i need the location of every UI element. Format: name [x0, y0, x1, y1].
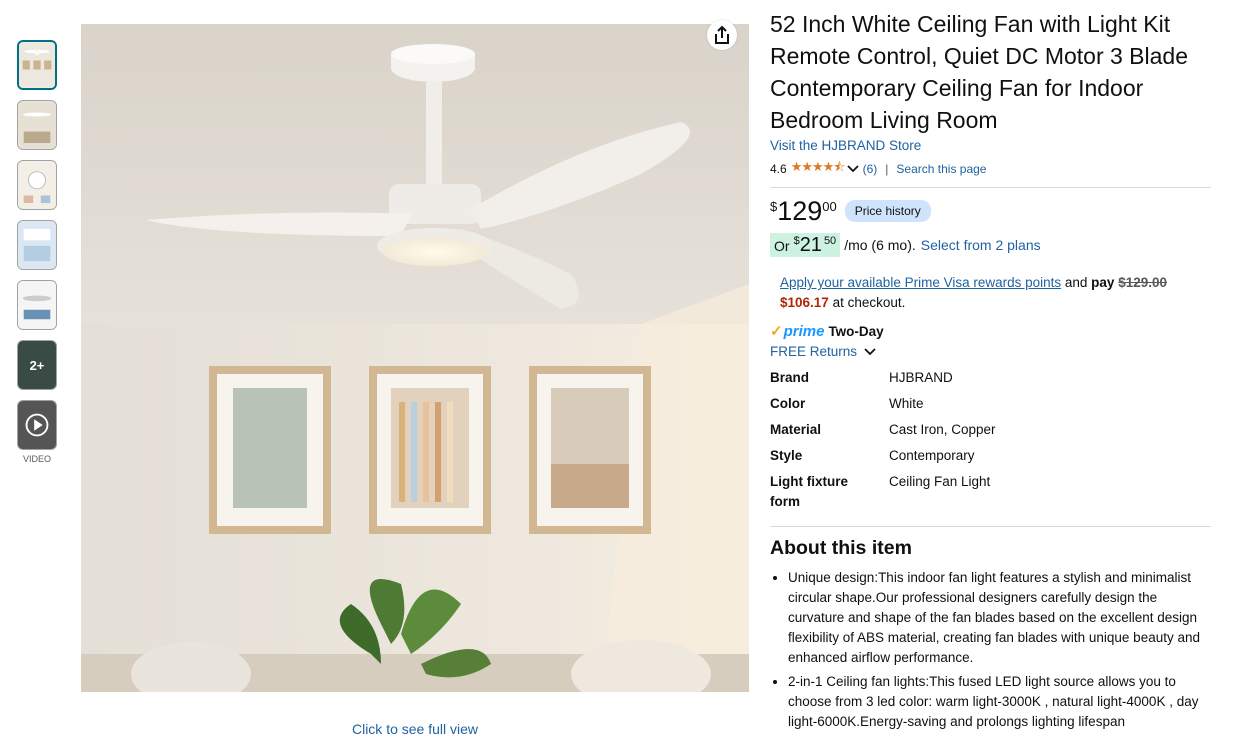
free-returns-label: FREE Returns: [770, 344, 858, 359]
thumbnail-5[interactable]: [17, 280, 57, 330]
price-row: $ 129 00 Price history: [770, 197, 1211, 225]
spec-key: Material: [770, 422, 822, 437]
spec-row: Style Contemporary: [770, 446, 1211, 466]
price-currency: $: [770, 199, 778, 214]
price-fraction: 00: [822, 199, 837, 214]
thumbnail-2[interactable]: [17, 100, 57, 150]
store-link[interactable]: Visit the HJBRAND Store: [770, 138, 1211, 153]
full-view-link[interactable]: Click to see full view: [81, 721, 749, 737]
ceiling-fan-photo: [81, 24, 749, 692]
thumbnail-strip: 2+ VIDEO: [17, 40, 57, 464]
thumbnail-3[interactable]: [17, 160, 57, 210]
price-whole: 129: [777, 196, 823, 226]
installment-row: Or $ 21 50 /mo (6 mo). Select from 2 pla…: [770, 233, 1211, 257]
rating-count-link[interactable]: (6): [863, 162, 878, 176]
installment-or: Or: [774, 238, 790, 254]
spec-row: Material Cast Iron, Copper: [770, 420, 1211, 440]
star-rating-icon[interactable]: ★★★★⯪: [791, 158, 846, 180]
spec-key: Light fixture form: [770, 474, 848, 509]
spec-row: Light fixture form Ceiling Fan Light: [770, 472, 1211, 512]
product-page: 2+ VIDEO Click to see full view 52 Inch …: [0, 0, 1236, 743]
chevron-down-icon[interactable]: [846, 162, 859, 176]
spec-row: Color White: [770, 394, 1211, 414]
thumbnail-1[interactable]: [17, 40, 57, 90]
prime-delivery: ✓ prime Two-Day: [770, 322, 1211, 341]
about-bullet: 2-in-1 Ceiling fan lights:This fused LED…: [788, 672, 1211, 732]
thumbnail-video[interactable]: [17, 400, 57, 450]
visa-old-price: $129.00: [1118, 275, 1168, 290]
thumbnail-more[interactable]: 2+: [17, 340, 57, 390]
divider: |: [885, 162, 889, 176]
about-bullet: Unique design:This indoor fan light feat…: [788, 568, 1211, 668]
search-page-link[interactable]: Search this page: [896, 162, 986, 176]
installment-term: /mo (6 mo).: [844, 237, 916, 253]
rating-row: 4.6 ★★★★⯪ (6) | Search this page: [770, 158, 1211, 188]
spec-value: HJBRAND: [889, 370, 953, 385]
about-heading: About this item: [770, 537, 912, 559]
spec-key: Style: [770, 448, 803, 463]
spec-value: White: [889, 396, 924, 411]
chevron-down-icon: [864, 348, 876, 356]
installment-whole: 21: [799, 234, 822, 256]
play-icon: [25, 413, 49, 437]
visa-and: and: [1061, 275, 1092, 290]
visa-checkout: at checkout.: [828, 295, 906, 310]
spec-value: Contemporary: [889, 448, 975, 463]
about-bullets: Unique design:This indoor fan light feat…: [770, 568, 1211, 732]
spec-value: Ceiling Fan Light: [889, 474, 991, 489]
two-day-label: Two-Day: [828, 323, 884, 339]
rating-value: 4.6: [770, 162, 787, 176]
price-history-button[interactable]: Price history: [844, 200, 931, 222]
installment-badge: Or $ 21 50: [770, 233, 841, 257]
share-button[interactable]: [707, 20, 737, 50]
share-icon: [715, 25, 729, 44]
installment-fraction: 50: [823, 235, 837, 247]
visa-rewards-link[interactable]: Apply your available Prime Visa rewards …: [780, 275, 1061, 290]
spec-row: Brand HJBRAND: [770, 368, 1211, 388]
product-title: 52 Inch White Ceiling Fan with Light Kit…: [770, 11, 1189, 133]
main-product-image[interactable]: [81, 24, 749, 692]
spec-value: Cast Iron, Copper: [889, 422, 996, 437]
spec-key: Color: [770, 396, 806, 411]
free-returns-link[interactable]: FREE Returns: [770, 344, 1211, 359]
visa-pay: pay: [1091, 275, 1115, 290]
visa-rewards: Apply your available Prime Visa rewards …: [770, 273, 1211, 313]
prime-logo: prime: [783, 322, 825, 340]
select-plans-link[interactable]: Select from 2 plans: [921, 237, 1041, 253]
prime-check-icon: ✓: [770, 323, 783, 340]
spec-table: Brand HJBRAND Color White Material Cast Iro…: [770, 368, 1211, 527]
visa-new-price: $106.17: [780, 295, 829, 310]
spec-key: Brand: [770, 370, 810, 385]
thumbnail-4[interactable]: [17, 220, 57, 270]
product-details: 52 Inch White Ceiling Fan with Light Kit…: [770, 8, 1211, 736]
video-label: VIDEO: [22, 454, 51, 464]
